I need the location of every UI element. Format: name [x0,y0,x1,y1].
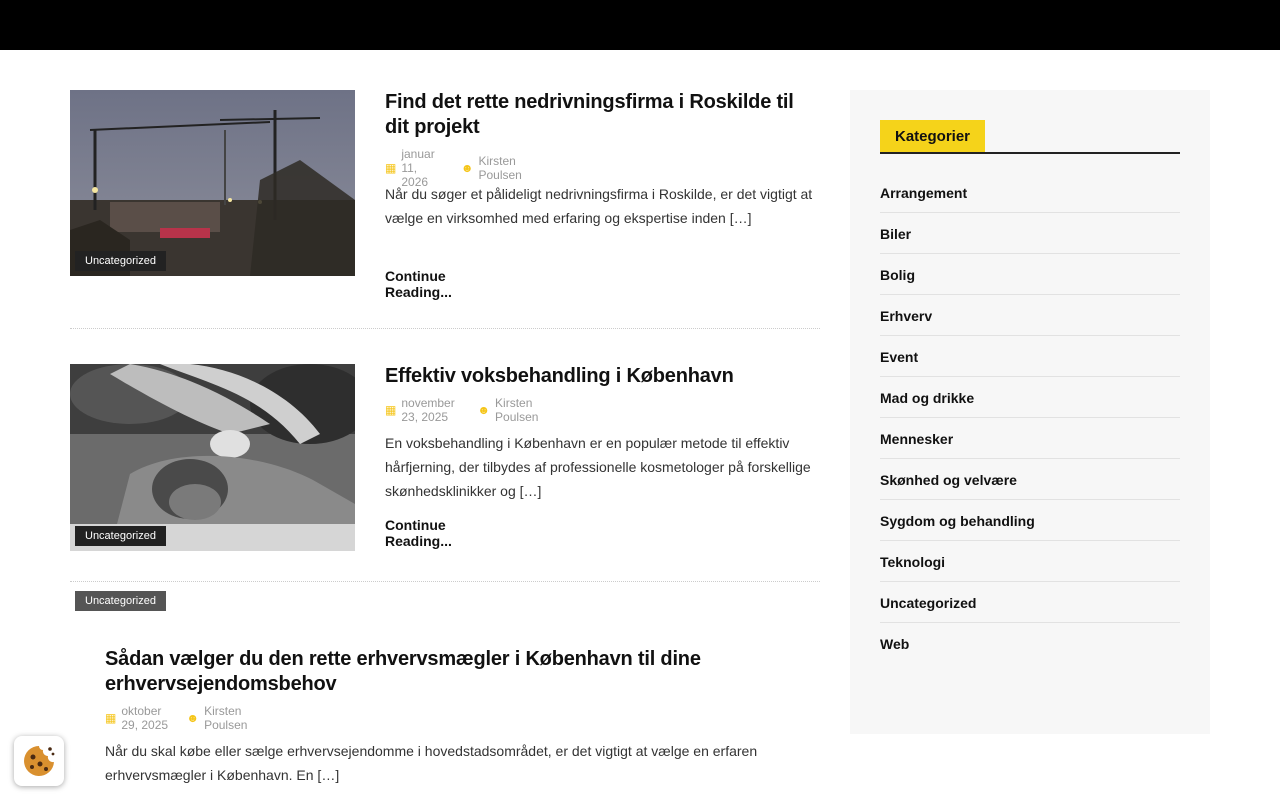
post-2-thumbnail[interactable]: Uncategorized [70,364,355,551]
construction-crane-image [70,90,355,276]
post-excerpt: Når du skal købe eller sælge erhvervseje… [105,743,758,783]
post-meta: ▦ november 23, 2025 ☻ Kirsten Poulsen [385,396,544,424]
massage-image [70,364,355,551]
category-item[interactable]: Teknologi [880,541,1180,582]
post-excerpt: Når du søger et pålideligt nedrivningsfi… [385,186,813,226]
category-item[interactable]: Web [880,623,1180,663]
post-author[interactable]: Kirsten Poulsen [478,154,523,182]
category-item[interactable]: Arrangement [880,172,1180,213]
category-item[interactable]: Uncategorized [880,582,1180,623]
category-item[interactable]: Biler [880,213,1180,254]
category-badge[interactable]: Uncategorized [75,526,166,546]
post-meta: ▦ oktober 29, 2025 ☻ Kirsten Poulsen [105,704,250,732]
cookie-icon [24,746,55,776]
post-title[interactable]: Find det rette nedrivningsfirma i Roskil… [385,90,820,140]
widget-title: Kategorier [880,120,986,152]
category-item[interactable]: Bolig [880,254,1180,295]
post-title[interactable]: Sådan vælger du den rette erhvervsmægler… [105,647,795,697]
post-date[interactable]: november 23, 2025 [401,396,461,424]
user-icon: ☻ [460,161,474,175]
post-1-thumbnail[interactable]: Uncategorized [70,90,355,276]
top-bar [0,0,1280,50]
calendar-icon: ▦ [385,403,397,417]
category-item[interactable]: Erhverv [880,295,1180,336]
category-item[interactable]: Mad og drikke [880,377,1180,418]
user-icon: ☻ [186,711,200,725]
post-separator [70,328,820,329]
post-separator [70,581,820,582]
user-icon: ☻ [477,403,491,417]
category-list: Arrangement Biler Bolig Erhverv Event Ma… [880,172,1180,663]
widget-title-bar: Kategorier [880,120,1180,154]
post-title[interactable]: Effektiv voksbehandling i København [385,364,820,389]
category-item[interactable]: Event [880,336,1180,377]
category-item[interactable]: Skønhed og velvære [880,459,1180,500]
post-date[interactable]: oktober 29, 2025 [121,704,171,732]
category-badge[interactable]: Uncategorized [75,591,166,611]
category-item[interactable]: Mennesker [880,418,1180,459]
calendar-icon: ▦ [105,711,117,725]
category-badge[interactable]: Uncategorized [75,251,166,271]
continue-reading-link[interactable]: Continue Reading... [385,517,452,549]
continue-reading-link[interactable]: Continue Reading... [385,268,452,300]
sidebar: Kategorier Arrangement Biler Bolig Erhve… [850,90,1210,734]
post-excerpt: En voksbehandling i København er en popu… [385,435,811,499]
calendar-icon: ▦ [385,161,397,175]
category-item[interactable]: Sygdom og behandling [880,500,1180,541]
post-author[interactable]: Kirsten Poulsen [204,704,250,732]
cookie-settings-button[interactable] [14,736,64,786]
post-author[interactable]: Kirsten Poulsen [495,396,544,424]
